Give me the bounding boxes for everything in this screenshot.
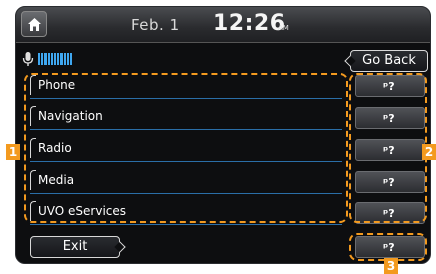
- callout-badge-3: 3: [384, 258, 398, 274]
- home-button[interactable]: [21, 11, 47, 37]
- status-bar: Feb. 1 12:26 AM: [16, 7, 430, 43]
- am-pm-indicator: AM: [278, 24, 289, 32]
- time-display: 12:26: [213, 11, 286, 36]
- voice-level-meter: [38, 53, 73, 65]
- home-icon: [28, 18, 41, 31]
- go-back-label: Go Back: [362, 53, 416, 68]
- callout-badge-1: 1: [6, 144, 20, 160]
- exit-button[interactable]: Exit: [30, 236, 126, 258]
- exit-label: Exit: [62, 239, 88, 254]
- date-display: Feb. 1: [131, 16, 180, 34]
- callout-box-3: [349, 233, 427, 261]
- go-back-button[interactable]: Go Back: [344, 50, 428, 72]
- callout-box-1: [24, 73, 348, 223]
- microphone-icon: [22, 52, 34, 66]
- callout-badge-2: 2: [422, 144, 436, 160]
- callout-box-2: [349, 73, 427, 223]
